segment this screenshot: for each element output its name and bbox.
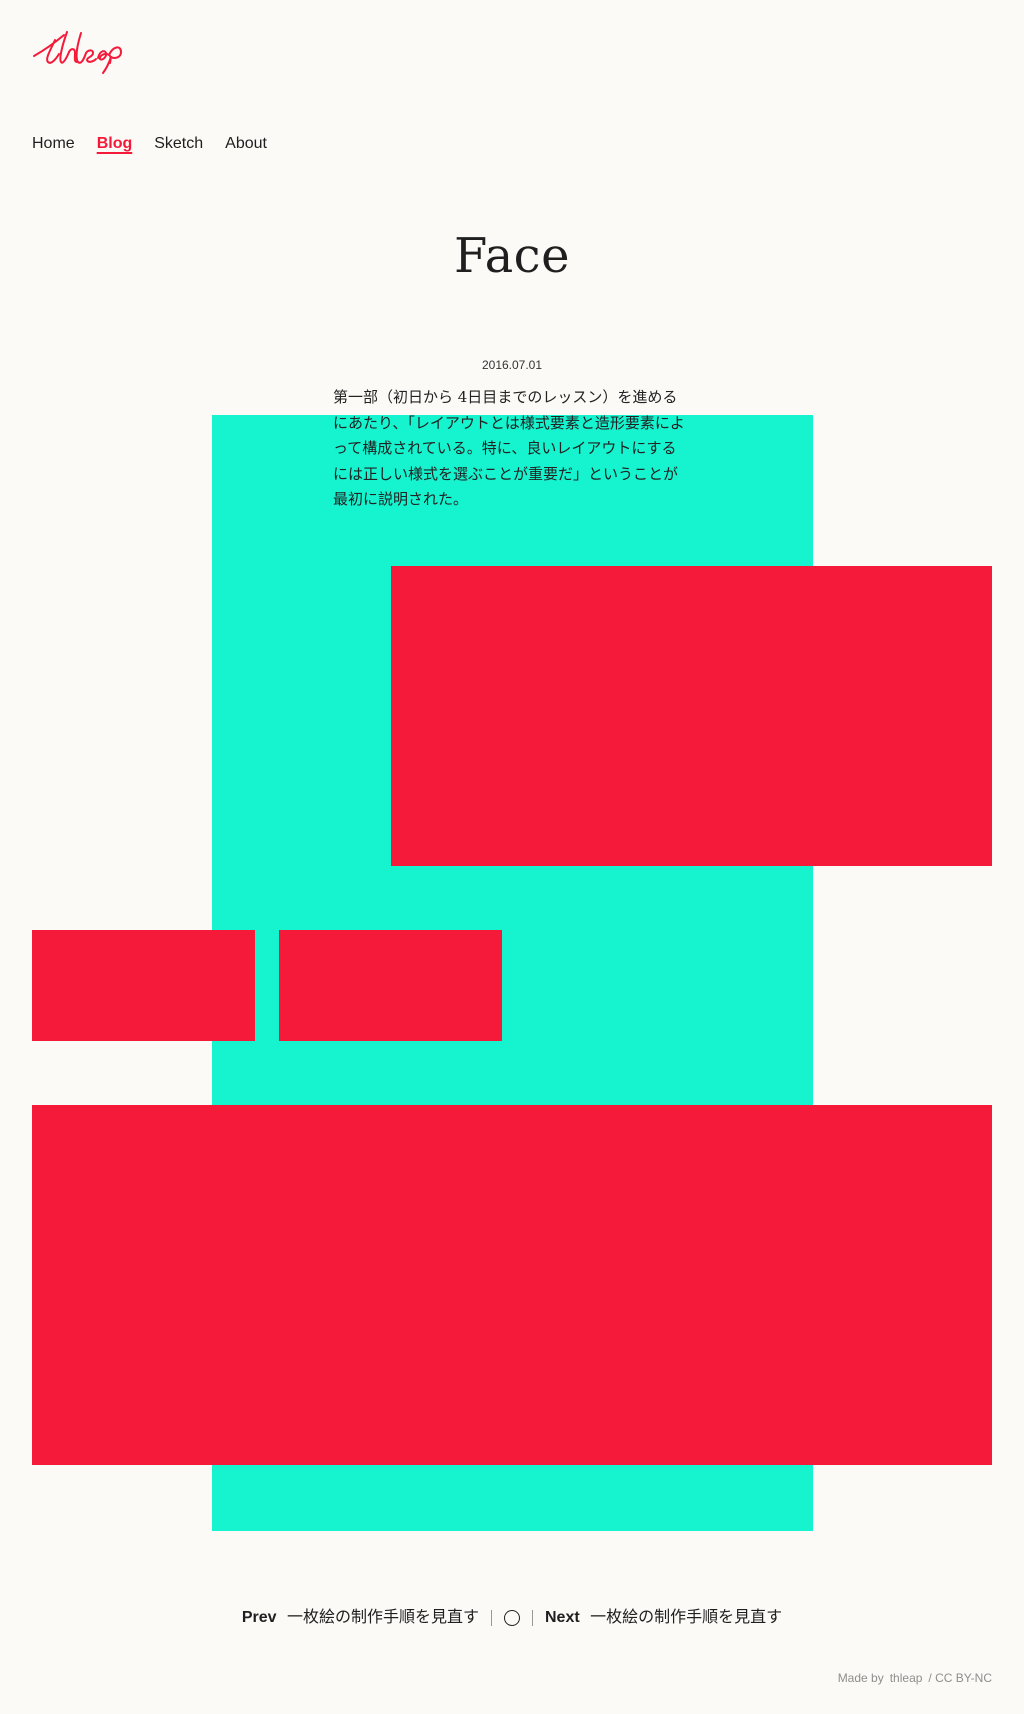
post-body: 第一部（初日から 4日目までのレッスン）を進めるにあたり、「レイアウトとは様式要… — [333, 388, 685, 508]
circle-icon[interactable] — [504, 1610, 520, 1626]
main-nav: Home Blog Sketch About — [32, 132, 267, 156]
next-title: 一枚絵の制作手順を見直す — [590, 1609, 783, 1626]
pager-separator-left — [491, 1610, 492, 1626]
next-link[interactable]: Next 一枚絵の制作手順を見直す — [545, 1608, 782, 1628]
nav-blog[interactable]: Blog — [97, 132, 133, 156]
prev-link[interactable]: Prev 一枚絵の制作手順を見直す — [242, 1608, 479, 1628]
prev-title: 一枚絵の制作手順を見直す — [286, 1609, 479, 1626]
nav-about[interactable]: About — [225, 132, 267, 156]
footer-made-by: Made by — [837, 1671, 884, 1685]
red-small-right-block — [279, 930, 502, 1041]
nav-home[interactable]: Home — [32, 132, 75, 156]
footer-author-link[interactable]: thleap — [890, 1670, 923, 1686]
red-bottom-block — [32, 1105, 992, 1465]
prev-label: Prev — [241, 1609, 277, 1626]
post-date: 2016.07.01 — [481, 358, 543, 372]
site-logo[interactable] — [30, 28, 124, 74]
nav-sketch[interactable]: Sketch — [154, 132, 203, 156]
red-top-block — [391, 566, 992, 866]
post-pager: Prev 一枚絵の制作手順を見直す Next 一枚絵の制作手順を見直す — [0, 1608, 1024, 1628]
red-small-left-block — [32, 930, 255, 1041]
site-footer: Made by thleap / CC BY-NC — [838, 1670, 992, 1686]
footer-license: / CC BY-NC — [928, 1671, 992, 1685]
next-label: Next — [545, 1609, 580, 1626]
pager-separator-right — [532, 1610, 533, 1626]
page-title: Face — [454, 228, 570, 284]
